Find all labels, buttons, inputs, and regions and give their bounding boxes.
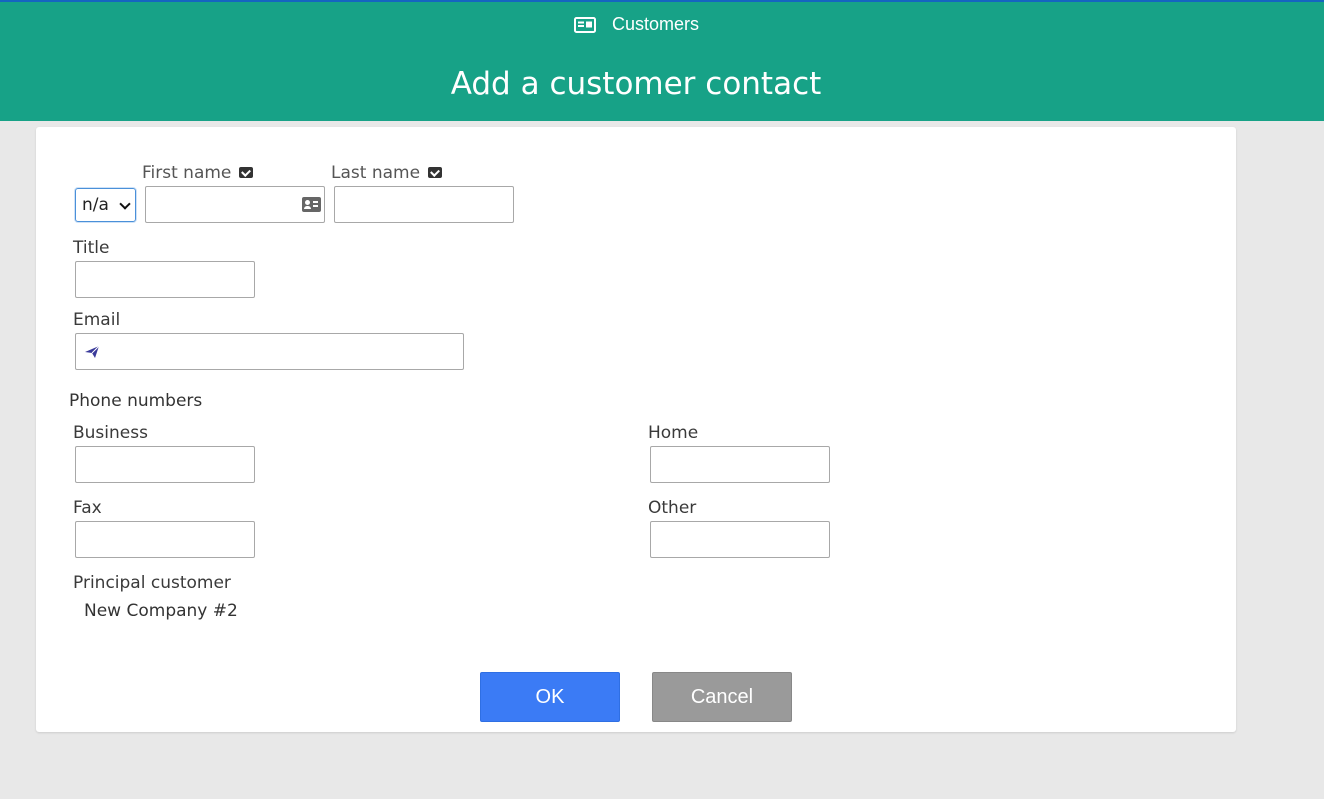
- home-label: Home: [648, 423, 699, 443]
- fax-input[interactable]: [76, 522, 254, 557]
- email-field[interactable]: [75, 333, 464, 370]
- principal-customer-label: Principal customer: [73, 573, 231, 593]
- cancel-button[interactable]: Cancel: [652, 672, 792, 722]
- first-name-label-text: First name: [142, 163, 232, 183]
- first-name-label: First name: [142, 163, 254, 183]
- other-label: Other: [648, 498, 697, 518]
- salutation-value: n/a: [82, 195, 109, 215]
- last-name-field[interactable]: [334, 186, 514, 223]
- breadcrumb[interactable]: Customers: [574, 14, 699, 35]
- first-name-input[interactable]: [146, 187, 324, 222]
- title-input[interactable]: [76, 262, 254, 297]
- first-name-field[interactable]: [145, 186, 325, 223]
- business-phone-input[interactable]: [76, 447, 254, 482]
- ok-button[interactable]: OK: [480, 672, 620, 722]
- required-check-icon: [239, 167, 254, 178]
- contact-form-card: n/a First name Last name Title Email Pho…: [36, 127, 1236, 732]
- business-phone-field[interactable]: [75, 446, 255, 483]
- principal-customer-value: New Company #2: [84, 601, 238, 621]
- send-icon[interactable]: [85, 346, 99, 358]
- home-phone-input[interactable]: [651, 447, 829, 482]
- last-name-input[interactable]: [335, 187, 513, 222]
- phone-numbers-heading: Phone numbers: [69, 391, 203, 411]
- email-input[interactable]: [76, 334, 463, 369]
- required-check-icon: [428, 167, 443, 178]
- fax-field[interactable]: [75, 521, 255, 558]
- fax-label: Fax: [73, 498, 102, 518]
- other-phone-field[interactable]: [650, 521, 830, 558]
- business-label: Business: [73, 423, 148, 443]
- page-title: Add a customer contact: [450, 66, 822, 102]
- contact-card-icon[interactable]: [302, 197, 321, 212]
- other-phone-input[interactable]: [651, 522, 829, 557]
- salutation-select[interactable]: n/a: [75, 188, 136, 222]
- last-name-label: Last name: [331, 163, 443, 183]
- id-card-icon: [574, 16, 596, 33]
- email-label: Email: [73, 310, 121, 330]
- home-phone-field[interactable]: [650, 446, 830, 483]
- title-field[interactable]: [75, 261, 255, 298]
- header-bar: Customers Add a customer contact: [0, 0, 1324, 121]
- chevron-down-icon: [119, 198, 131, 210]
- breadcrumb-label: Customers: [612, 14, 700, 34]
- title-label: Title: [73, 238, 110, 258]
- last-name-label-text: Last name: [331, 163, 421, 183]
